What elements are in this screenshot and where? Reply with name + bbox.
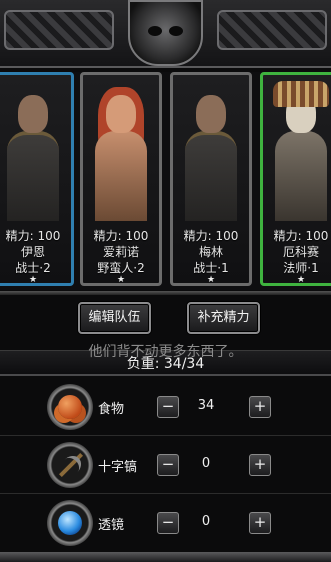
decrease-button[interactable]: − [157,396,179,418]
hero-card-ian[interactable]: 精力: 100 伊恩 战士·2 ★ [0,72,74,286]
hero-name: 伊恩 [20,245,45,259]
chain-ornament-left [4,10,114,50]
supply-name: 透镜 [98,518,125,533]
hero-class: 战士·1 [193,261,229,275]
supply-row-pickaxe: 十字镐 − 0 + [0,436,331,494]
hero-energy: 精力: 100 [93,229,149,243]
skull-ornament-icon [128,0,203,66]
refill-energy-button[interactable]: 补充精力 [187,302,260,334]
supply-row-lens: 透镜 − 0 + [0,494,331,552]
supply-row-food: 食物 − 34 + [0,378,331,436]
hero-name: 爱莉诺 [102,245,139,259]
supply-name: 食物 [98,402,125,417]
supply-name: 十字镐 [98,460,138,475]
supply-quantity: 34 [197,398,215,413]
edit-team-button[interactable]: 编辑队伍 [78,302,151,334]
hero-class: 野蛮人·2 [97,261,145,275]
hero-name: 梅林 [198,245,223,259]
hero-card-merlin[interactable]: 精力: 100 梅林 战士·1 ★ [170,72,252,286]
star-icon: ★ [116,275,126,285]
hero-portrait [177,81,245,221]
supply-quantity: 0 [201,514,211,529]
divider [0,291,331,295]
decrease-button[interactable]: − [157,512,179,534]
hero-energy: 精力: 100 [273,229,329,243]
decrease-button[interactable]: − [157,454,179,476]
hero-energy: 精力: 100 [5,229,61,243]
hero-energy: 精力: 100 [183,229,239,243]
capacity-tip: 他们背不动更多东西了。 [88,344,243,360]
hero-card-eleanor[interactable]: 精力: 100 爱莉诺 野蛮人·2 ★ [80,72,162,286]
lens-icon [47,500,93,546]
food-icon [47,384,93,430]
star-icon: ★ [206,275,216,285]
chain-ornament-right [217,10,327,50]
star-icon: ★ [296,275,306,285]
increase-button[interactable]: + [249,512,271,534]
hero-name: 厄科赛 [282,245,319,259]
increase-button[interactable]: + [249,454,271,476]
increase-button[interactable]: + [249,396,271,418]
hero-portrait [0,81,67,221]
bottom-ornament-frame [0,552,331,562]
hero-portrait [267,81,331,221]
supply-quantity: 0 [201,456,211,471]
hero-portrait [87,81,155,221]
hero-class: 法师·1 [283,261,319,275]
hero-class: 战士·2 [15,261,51,275]
hero-roster: 精力: 100 伊恩 战士·2 ★ 精力: 100 爱莉诺 野蛮人·2 ★ 精力… [0,72,331,290]
top-ornament-frame [0,0,331,68]
pickaxe-icon [47,442,93,488]
star-icon: ★ [28,275,38,285]
hero-card-exe[interactable]: 精力: 100 厄科赛 法师·1 ★ [260,72,331,286]
